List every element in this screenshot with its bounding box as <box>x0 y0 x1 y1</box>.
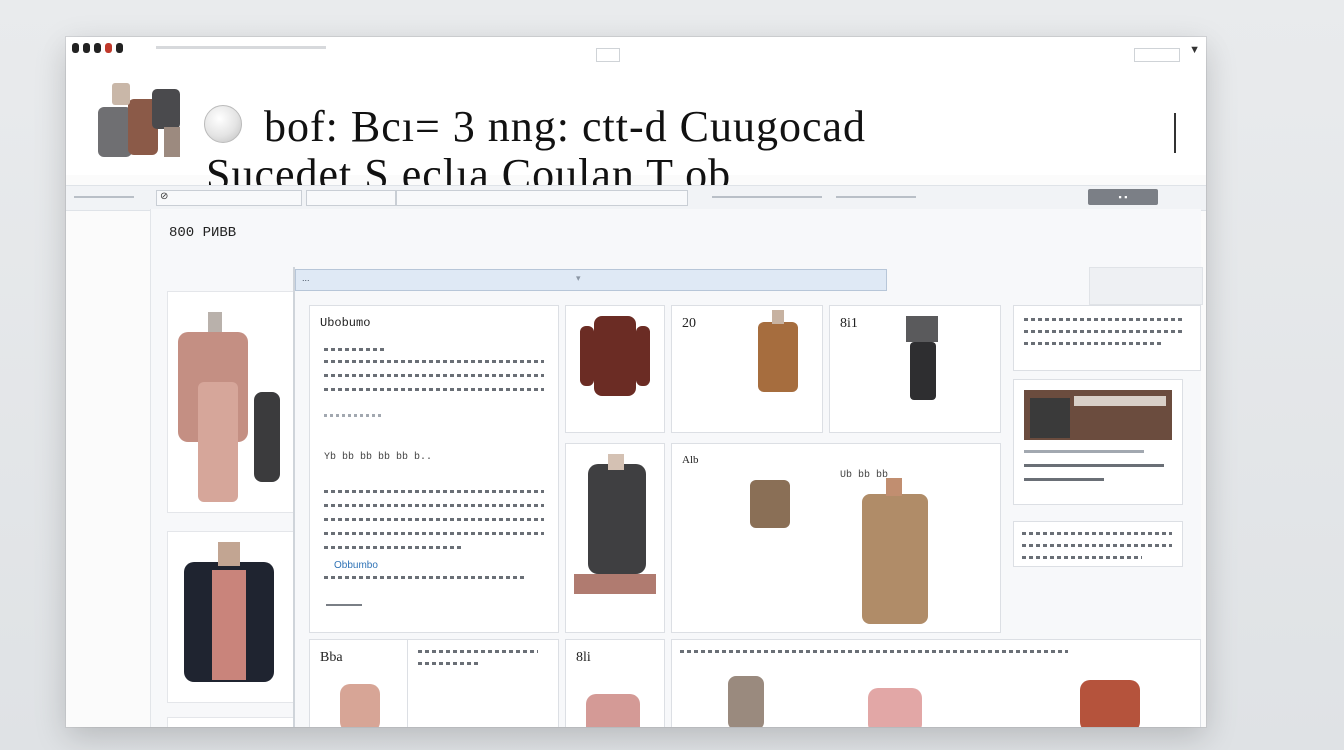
nav-field[interactable] <box>306 190 396 206</box>
sidebar-product-card[interactable] <box>167 531 295 703</box>
gallery-card[interactable] <box>671 639 1201 727</box>
coat-image <box>178 312 280 502</box>
sidebar-product-card[interactable] <box>167 291 295 513</box>
product-card-label: 20 <box>682 316 696 331</box>
hero-banner: bof: Bcı= 3 nng: ctt-d Cuugocad Sucedet … <box>66 63 1206 199</box>
info-card: Ubobumo Yb bb bb bb bb b.. Obbumbo <box>309 305 559 633</box>
content-toolbar[interactable]: ... ▾ <box>295 269 887 291</box>
right-panel-text <box>1013 305 1201 371</box>
product-card[interactable]: 20 <box>671 305 823 433</box>
hero-title-line1: bof: Bcı= 3 nng: ctt-d Cuugocad <box>264 102 867 151</box>
chevron-down-icon[interactable]: ▼ <box>1189 44 1200 56</box>
browser-window: ▼ bof: Bcı= 3 nng: ctt-d Cuugocad Sucede… <box>66 37 1206 727</box>
sidebar-product-card[interactable] <box>167 717 295 727</box>
gallery-image <box>728 676 1140 727</box>
product-card-label: 8li <box>576 650 591 665</box>
feature-garments-image <box>750 478 928 624</box>
jacket-image <box>184 542 274 682</box>
dress-image <box>580 316 650 396</box>
nav-link[interactable] <box>712 196 822 198</box>
info-card-subtitle: Yb bb bb bb bb b.. <box>324 452 433 463</box>
feature-card[interactable]: Alb Ub bb bb <box>671 443 1001 633</box>
toolbar-text: ... <box>302 273 310 283</box>
chevron-down-icon[interactable]: ▾ <box>576 273 581 284</box>
clothing-collage-icon <box>98 83 180 157</box>
search-icon: ⊘ <box>160 191 169 202</box>
navigation-bar: ⊘ ▪ ▪ <box>66 185 1206 211</box>
search-box[interactable] <box>1134 48 1180 62</box>
toolbar-right-panel[interactable] <box>1089 267 1203 305</box>
right-panel-text <box>1013 521 1183 567</box>
product-card[interactable]: Bba <box>309 639 409 727</box>
hero-badge <box>204 105 242 143</box>
nav-link[interactable] <box>836 196 916 198</box>
search-input[interactable]: ⊘ <box>156 190 302 206</box>
nav-link[interactable] <box>74 196 134 198</box>
hero-divider <box>1174 113 1176 153</box>
product-card[interactable]: 8i1 <box>829 305 1001 433</box>
right-panel-preview[interactable] <box>1013 379 1183 505</box>
feature-card-inner-label: Ub bb bb <box>840 470 889 481</box>
vest-image <box>574 454 656 594</box>
sidebar-divider <box>293 267 295 727</box>
info-card-link[interactable]: Obbumbo <box>334 560 378 571</box>
product-card-label: Bba <box>320 650 343 665</box>
nav-field-wide[interactable] <box>396 190 688 206</box>
product-card[interactable] <box>565 305 665 433</box>
window-controls-icon[interactable] <box>72 43 123 53</box>
product-card[interactable]: 8li <box>565 639 665 727</box>
product-card[interactable] <box>565 443 665 633</box>
tab-strip[interactable] <box>156 46 326 49</box>
product-card-label: 8i1 <box>840 316 858 331</box>
main-content: 800 РИВВ ... ▾ Ubobumo Yb bb bb bb bb b.… <box>150 209 1203 727</box>
address-box[interactable] <box>596 48 620 62</box>
sidebar-title: 800 РИВВ <box>169 225 237 241</box>
nav-action-button[interactable]: ▪ ▪ <box>1088 189 1158 205</box>
info-card-title: Ubobumo <box>320 316 371 330</box>
store-preview-image <box>1024 390 1172 481</box>
product-card[interactable] <box>407 639 559 727</box>
window-topbar: ▼ <box>66 37 1206 63</box>
feature-card-label: Alb <box>682 454 699 466</box>
